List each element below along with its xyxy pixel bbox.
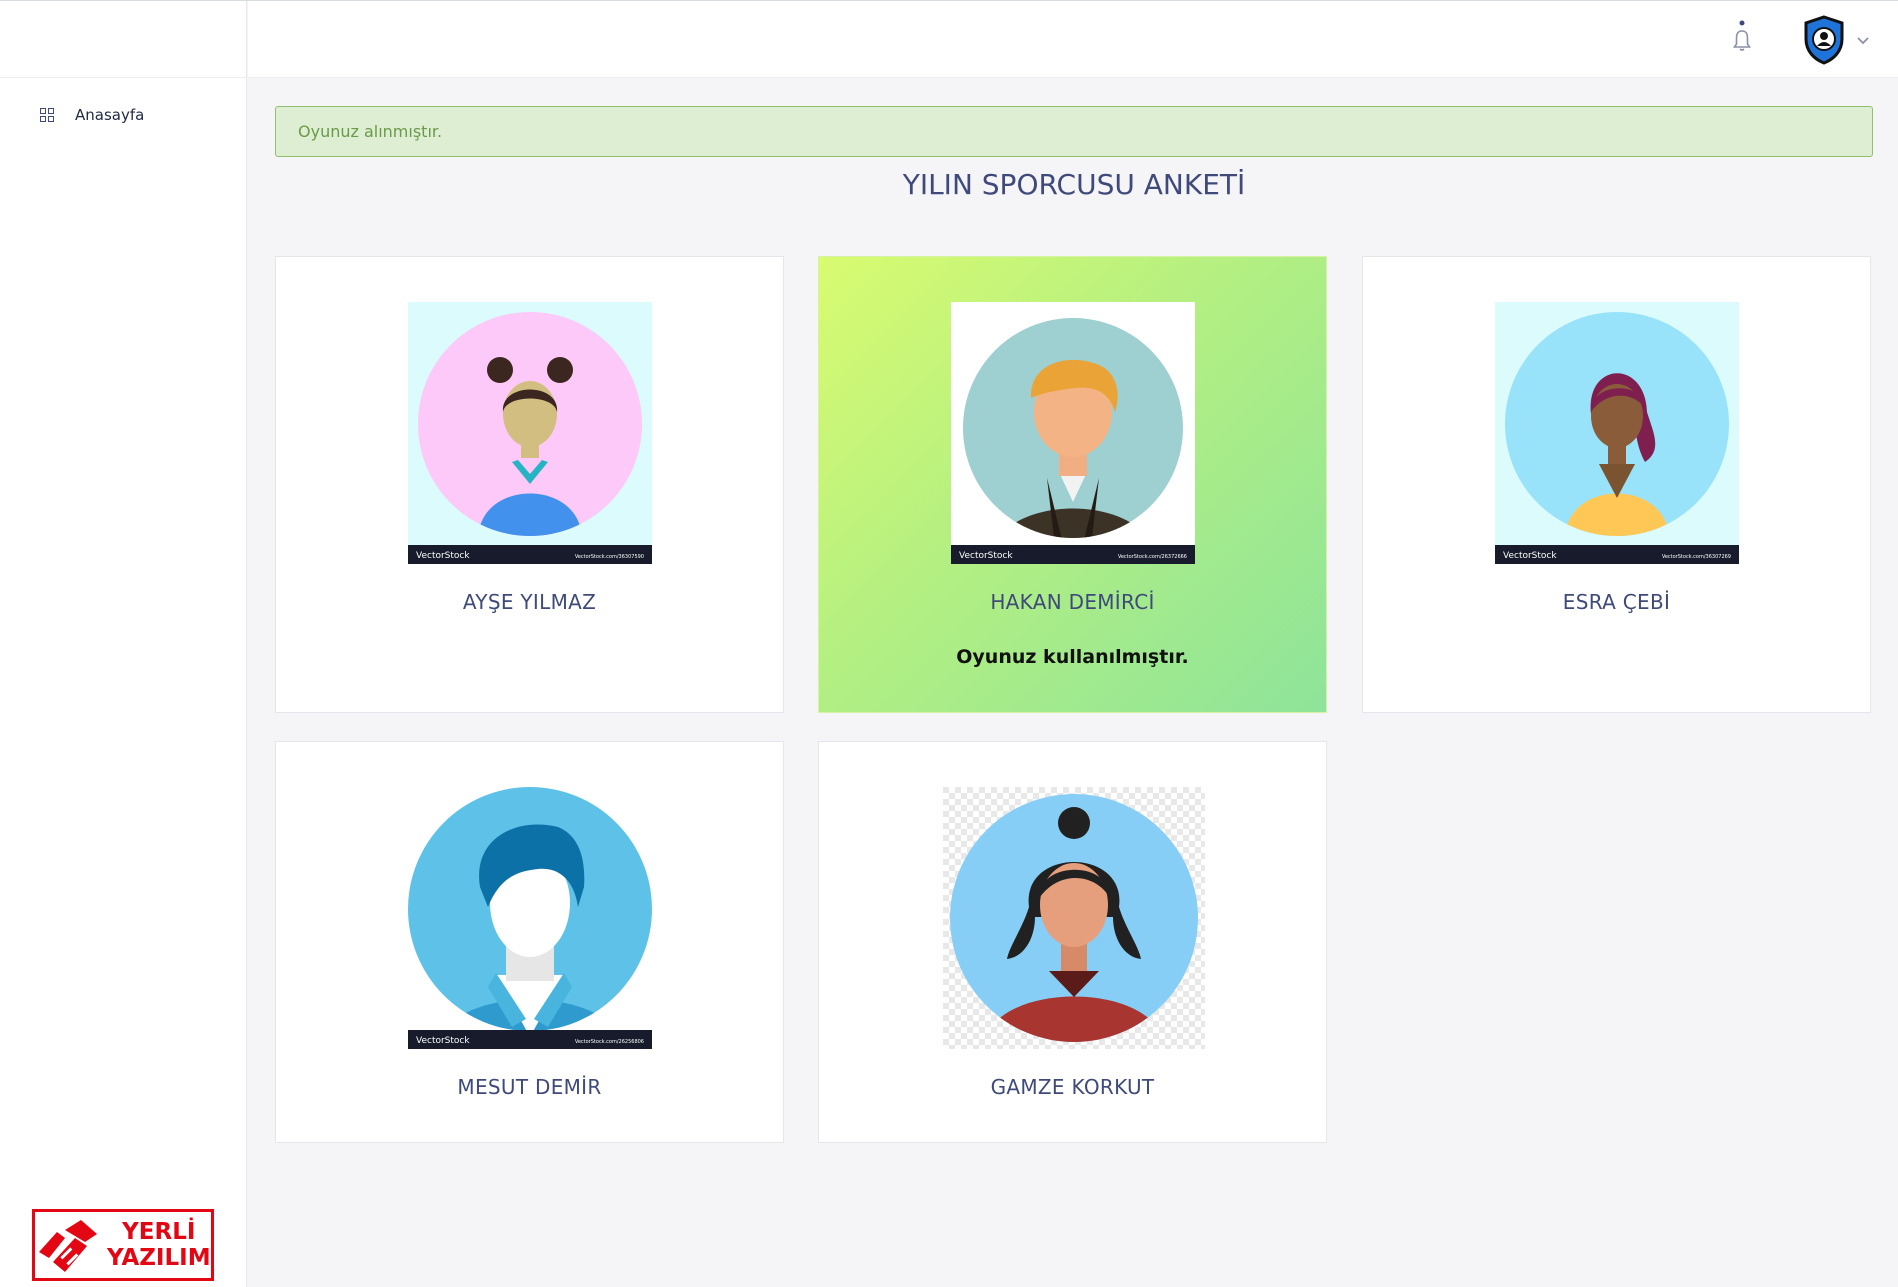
- candidate-name: HAKAN DEMİRCİ: [990, 590, 1155, 614]
- watermark-brand: VectorStock: [416, 551, 470, 561]
- chevron-down-icon: [1857, 37, 1869, 45]
- candidate-card-voted[interactable]: VectorStock VectorStock.com/26372666 HAK…: [818, 256, 1327, 713]
- sidebar-item-label: Anasayfa: [75, 106, 145, 124]
- watermark-url: VectorStock.com/26256806: [575, 1039, 644, 1045]
- candidate-name: GAMZE KORKUT: [990, 1075, 1155, 1099]
- sidebar: Anasayfa YERLİ YAZILIM: [0, 1, 247, 1287]
- vote-used-note: Oyunuz kullanılmıştır.: [956, 646, 1189, 668]
- success-alert: Oyunuz alınmıştır.: [275, 106, 1873, 157]
- candidate-card[interactable]: VectorStock VectorStock.com/36307590 AYŞ…: [275, 256, 784, 713]
- candidate-avatar: [943, 787, 1205, 1049]
- user-menu-button[interactable]: [1802, 15, 1882, 65]
- candidate-card[interactable]: VectorStock VectorStock.com/26256806 MES…: [275, 741, 784, 1143]
- watermark-url: VectorStock.com/26372666: [1118, 554, 1187, 560]
- watermark-url: VectorStock.com/36307269: [1662, 554, 1731, 560]
- alert-message: Oyunuz alınmıştır.: [298, 122, 443, 141]
- page-title: YILIN SPORCUSU ANKETİ: [902, 168, 1246, 201]
- sidebar-brand-area: [0, 1, 246, 78]
- logo-line-2: YAZILIM: [107, 1245, 211, 1271]
- candidate-name: ESRA ÇEBİ: [1562, 590, 1671, 614]
- top-header: [248, 1, 1898, 78]
- yerli-yazilim-logo: YERLİ YAZILIM: [32, 1209, 214, 1281]
- candidate-name: AYŞE YILMAZ: [462, 590, 597, 614]
- logo-line-1: YERLİ: [122, 1219, 196, 1245]
- candidate-card[interactable]: VectorStock VectorStock.com/36307269 ESR…: [1362, 256, 1871, 713]
- candidate-avatar: VectorStock VectorStock.com/26372666: [951, 302, 1195, 564]
- watermark-brand: VectorStock: [416, 1036, 470, 1046]
- watermark-url: VectorStock.com/36307590: [575, 554, 644, 560]
- candidate-card[interactable]: GAMZE KORKUT: [818, 741, 1327, 1143]
- candidate-avatar: VectorStock VectorStock.com/26256806: [408, 787, 652, 1049]
- bell-icon[interactable]: [1728, 19, 1754, 53]
- candidate-avatar: VectorStock VectorStock.com/36307590: [408, 302, 652, 564]
- shield-user-icon: [1804, 15, 1844, 65]
- dashboard-grid-icon: [40, 108, 54, 122]
- candidate-name: MESUT DEMİR: [457, 1075, 602, 1099]
- watermark-brand: VectorStock: [1503, 551, 1557, 561]
- sidebar-item-anasayfa[interactable]: Anasayfa: [40, 101, 144, 129]
- watermark-brand: VectorStock: [959, 551, 1013, 561]
- candidate-avatar: VectorStock VectorStock.com/36307269: [1495, 302, 1739, 564]
- handshake-icon: [39, 1220, 97, 1272]
